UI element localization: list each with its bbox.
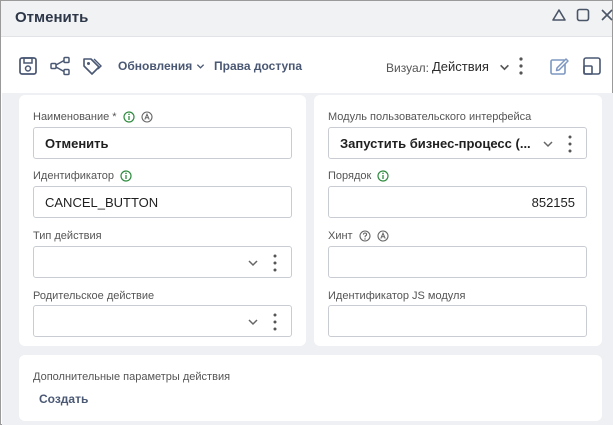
more-vertical-icon[interactable] <box>568 135 572 153</box>
form-content: Наименование * Отменить Идентификатор CA… <box>2 93 613 425</box>
chevron-down-icon[interactable] <box>247 257 259 269</box>
identifier-input[interactable]: CANCEL_BUTTON <box>33 186 292 218</box>
more-vertical-icon[interactable] <box>519 57 523 75</box>
chevron-down-icon <box>197 64 205 70</box>
info-icon[interactable] <box>123 111 135 123</box>
action-type-select[interactable] <box>33 246 292 278</box>
identifier-field-label: Идентификатор <box>33 170 132 182</box>
parent-action-select[interactable] <box>33 305 292 337</box>
info-icon[interactable] <box>120 170 132 182</box>
hint-input[interactable] <box>328 246 587 278</box>
edit-icon[interactable] <box>548 55 570 77</box>
chevron-down-icon[interactable] <box>542 138 554 150</box>
translation-icon[interactable] <box>141 111 153 123</box>
visual-label: Визуал: <box>386 61 429 75</box>
ui-module-value: Запустить бизнес-процесс (... <box>340 136 531 151</box>
extra-params-label: Дополнительные параметры действия <box>33 371 231 383</box>
parent-action-label: Родительское действие <box>33 290 155 302</box>
updates-label: Обновления <box>118 59 193 73</box>
help-icon[interactable] <box>359 230 371 242</box>
action-editor-window: Отменить Обновления Права доступа Визуал… <box>0 0 613 425</box>
share-nodes-icon[interactable] <box>49 55 71 77</box>
action-type-label: Тип действия <box>33 230 102 242</box>
hint-field-label: Хинт <box>328 230 389 242</box>
title-bar: Отменить <box>1 1 613 37</box>
open-in-window-icon[interactable] <box>581 55 603 77</box>
minimize-triangle-icon[interactable] <box>551 7 567 23</box>
toolbar: Обновления Права доступа Визуал: Действи… <box>1 38 612 92</box>
name-input[interactable]: Отменить <box>33 127 292 159</box>
order-label-text: Порядок <box>328 170 372 182</box>
js-module-input[interactable] <box>328 305 587 337</box>
hint-label-text: Хинт <box>328 230 353 242</box>
close-icon[interactable] <box>599 7 613 23</box>
access-rights-link[interactable]: Права доступа <box>214 59 302 73</box>
more-vertical-icon[interactable] <box>273 313 277 331</box>
maximize-icon[interactable] <box>575 7 591 23</box>
extra-params-card: Дополнительные параметры действия Создат… <box>19 355 602 421</box>
identifier-label-text: Идентификатор <box>33 170 114 182</box>
chevron-down-icon[interactable] <box>247 316 259 328</box>
name-field-label: Наименование * <box>33 111 153 123</box>
ui-module-select[interactable]: Запустить бизнес-процесс (... <box>328 127 587 159</box>
updates-menu[interactable]: Обновления <box>118 59 205 73</box>
info-icon[interactable] <box>377 170 389 182</box>
translation-icon[interactable] <box>377 230 389 242</box>
visual-value: Действия <box>432 59 489 74</box>
save-icon[interactable] <box>17 55 39 77</box>
name-value: Отменить <box>45 136 109 151</box>
name-label-text: Наименование * <box>33 111 117 123</box>
order-input[interactable]: 852155 <box>328 186 587 218</box>
create-button[interactable]: Создать <box>39 392 88 406</box>
ui-module-label: Модуль пользовательского интерфейса <box>328 111 532 123</box>
left-card: Наименование * Отменить Идентификатор CA… <box>19 95 306 346</box>
tags-icon[interactable] <box>81 55 103 77</box>
visual-select[interactable]: Действия <box>432 59 510 74</box>
js-module-label: Идентификатор JS модуля <box>328 290 466 302</box>
right-card: Модуль пользовательского интерфейса Запу… <box>314 95 602 346</box>
more-vertical-icon[interactable] <box>273 254 277 272</box>
window-title: Отменить <box>15 9 89 26</box>
order-field-label: Порядок <box>328 170 389 182</box>
order-value: 852155 <box>531 195 575 210</box>
identifier-value: CANCEL_BUTTON <box>45 195 159 210</box>
chevron-down-icon <box>499 64 509 71</box>
